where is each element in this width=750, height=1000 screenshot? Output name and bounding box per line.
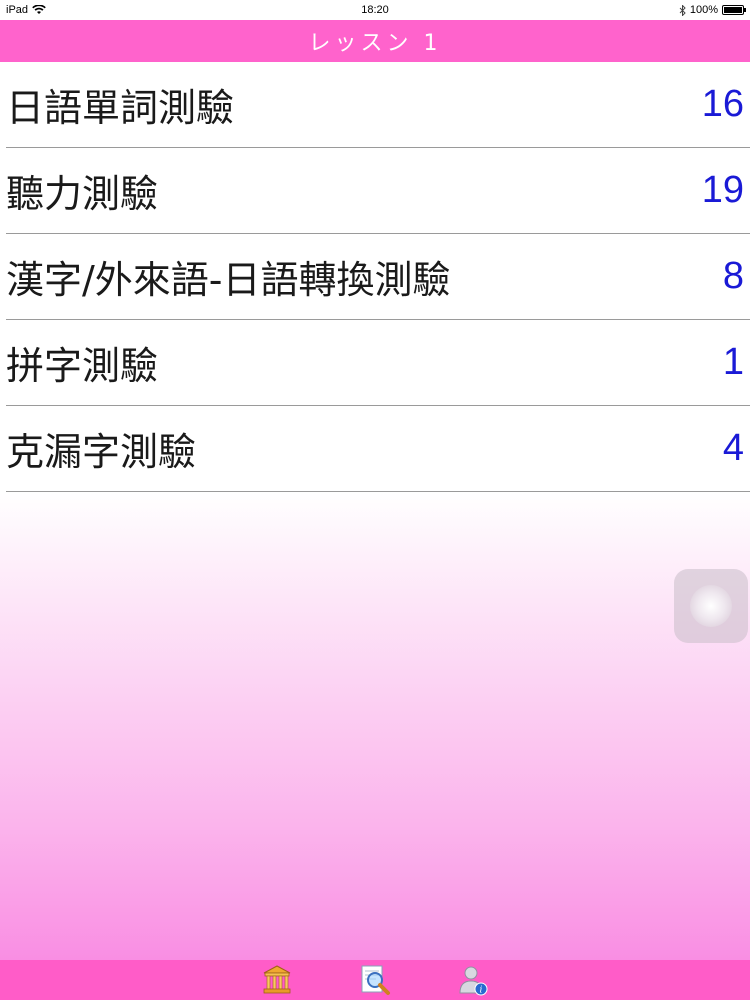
quiz-row-vocabulary[interactable]: 日語單詞測驗 16 (6, 62, 750, 148)
device-name: iPad (6, 4, 29, 16)
quiz-row-kanji-conversion[interactable]: 漢字/外來語-日語轉換測驗 8 (6, 234, 750, 320)
battery-percent: 100% (689, 4, 718, 16)
tab-library[interactable] (259, 962, 295, 998)
assistive-touch-icon (690, 585, 732, 627)
quiz-label: 漢字/外來語-日語轉換測驗 (6, 258, 451, 302)
quiz-row-listening[interactable]: 聽力測驗 19 (6, 148, 750, 234)
bluetooth-icon (679, 4, 686, 16)
status-left: iPad (6, 4, 46, 16)
quiz-count: 4 (722, 427, 744, 469)
wifi-icon (32, 5, 46, 15)
quiz-count: 8 (722, 255, 744, 297)
nav-bar: レッスン 1 (0, 20, 750, 62)
quiz-list: 日語單詞測驗 16 聽力測驗 19 漢字/外來語-日語轉換測驗 8 拼字測驗 1… (0, 62, 750, 492)
quiz-label: 克漏字測驗 (6, 430, 197, 474)
page-title: レッスン 1 (308, 31, 442, 56)
quiz-label: 聽力測驗 (6, 172, 159, 216)
status-right: 100% (679, 4, 746, 16)
quiz-count: 1 (722, 341, 744, 383)
quiz-label: 拼字測驗 (6, 344, 159, 388)
quiz-row-cloze[interactable]: 克漏字測驗 4 (6, 406, 750, 492)
tab-user-info[interactable]: i (455, 962, 491, 998)
user-info-icon: i (456, 963, 490, 997)
search-document-icon (358, 963, 392, 997)
tab-bar: i (0, 960, 750, 1000)
status-bar: iPad 18:20 100% (0, 0, 750, 20)
assistive-touch-button[interactable] (674, 569, 748, 643)
quiz-row-spelling[interactable]: 拼字測驗 1 (6, 320, 750, 406)
quiz-label: 日語單詞測驗 (6, 86, 235, 130)
status-time: 18:20 (361, 4, 389, 16)
library-icon (260, 963, 294, 997)
svg-text:i: i (480, 986, 483, 996)
tab-search[interactable] (357, 962, 393, 998)
quiz-count: 19 (701, 169, 744, 211)
content-area: 日語單詞測驗 16 聽力測驗 19 漢字/外來語-日語轉換測驗 8 拼字測驗 1… (0, 62, 750, 960)
battery-icon (722, 5, 746, 15)
quiz-count: 16 (701, 83, 744, 125)
